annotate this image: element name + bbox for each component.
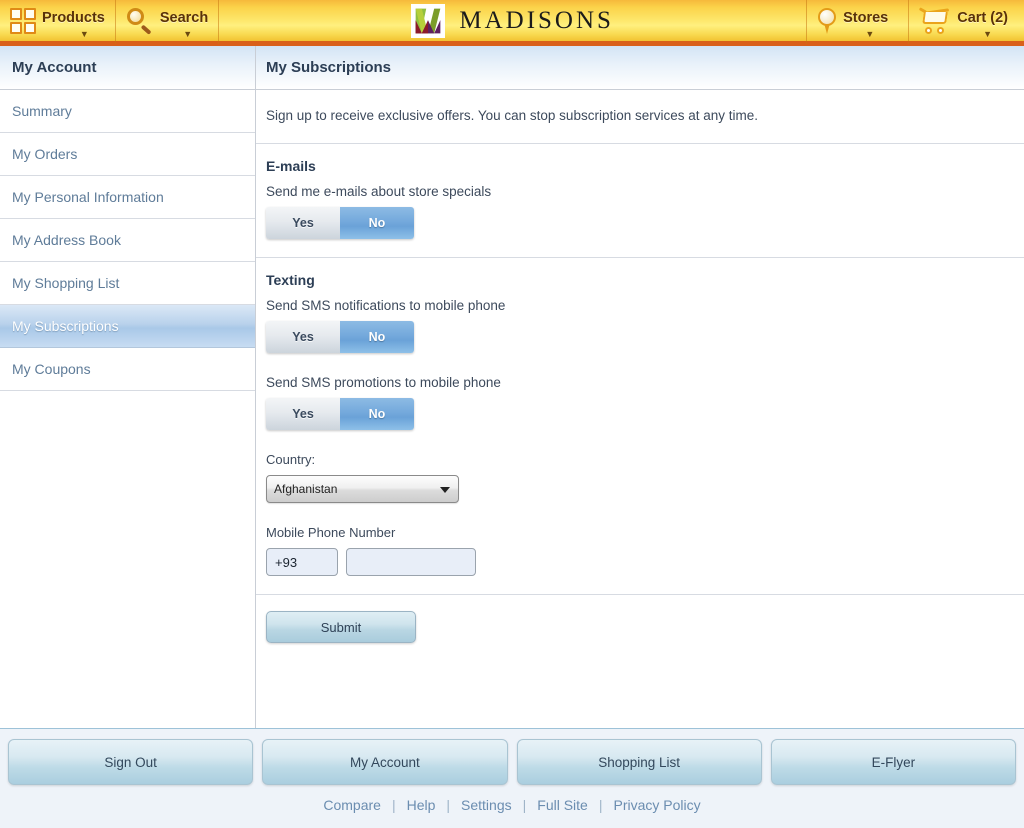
nav-stores-button[interactable]: Stores ▼ xyxy=(807,0,908,44)
sidebar-item-my-orders[interactable]: My Orders xyxy=(0,133,255,176)
country-select-wrapper[interactable]: Afghanistan xyxy=(266,475,459,503)
site-header: Products ▼ Search ▼ MADISONS Stores ▼ Ca… xyxy=(0,0,1024,46)
sidebar-item-label: My Subscriptions xyxy=(12,318,119,334)
chevron-down-icon: ▼ xyxy=(983,28,992,39)
submit-area: Submit xyxy=(256,595,1024,663)
sms-notifications-toggle[interactable]: Yes No xyxy=(266,321,414,353)
chevron-down-icon: ▼ xyxy=(183,28,193,39)
emails-section: E-mails Send me e-mails about store spec… xyxy=(256,144,1024,258)
emails-optin-toggle[interactable]: Yes No xyxy=(266,207,414,239)
sidebar-item-my-shopping-list[interactable]: My Shopping List xyxy=(0,262,255,305)
footer-link-separator: | xyxy=(598,797,603,813)
nav-products-label: Products xyxy=(42,9,105,26)
nav-cart-button[interactable]: Cart (2) ▼ xyxy=(909,0,1024,44)
mobile-phone-label: Mobile Phone Number xyxy=(266,525,396,540)
country-label: Country: xyxy=(266,452,316,467)
nav-search-button[interactable]: Search ▼ xyxy=(116,0,218,44)
chevron-down-icon: ▼ xyxy=(865,28,875,39)
sidebar-item-label: My Shopping List xyxy=(12,275,120,291)
nav-cart-label: Cart (2) xyxy=(957,9,1008,26)
toggle-yes-option[interactable]: Yes xyxy=(266,321,340,353)
map-pin-icon xyxy=(817,7,837,35)
intro-text: Sign up to receive exclusive offers. You… xyxy=(256,90,1024,144)
sidebar-item-my-coupons[interactable]: My Coupons xyxy=(0,348,255,391)
sidebar-item-label: My Coupons xyxy=(12,361,91,377)
site-footer: Sign Out My Account Shopping List E-Flye… xyxy=(0,728,1024,828)
footer-link-separator: | xyxy=(446,797,451,813)
nav-stores-label: Stores xyxy=(843,9,889,26)
sidebar-item-my-personal-information[interactable]: My Personal Information xyxy=(0,176,255,219)
sidebar-item-label: My Orders xyxy=(12,146,78,162)
footer-link-compare[interactable]: Compare xyxy=(323,797,381,813)
account-sidebar: My Account Summary My Orders My Personal… xyxy=(0,46,256,728)
nav-products-button[interactable]: Products ▼ xyxy=(0,0,115,44)
nav-search-label: Search xyxy=(159,9,209,26)
phone-input-row xyxy=(266,548,1014,576)
emails-heading: E-mails xyxy=(266,158,316,174)
toggle-no-option[interactable]: No xyxy=(340,398,414,430)
madisons-logo-icon xyxy=(411,3,446,38)
sms-notifications-label: Send SMS notifications to mobile phone xyxy=(266,298,506,313)
sidebar-item-label: My Address Book xyxy=(12,232,121,248)
footer-link-help[interactable]: Help xyxy=(407,797,436,813)
country-select[interactable]: Afghanistan xyxy=(266,475,459,503)
sign-out-button[interactable]: Sign Out xyxy=(8,739,254,785)
footer-links: Compare | Help | Settings | Full Site | … xyxy=(8,785,1016,825)
shopping-cart-icon xyxy=(919,6,951,34)
sidebar-item-my-address-book[interactable]: My Address Book xyxy=(0,219,255,262)
my-account-button[interactable]: My Account xyxy=(262,739,508,785)
footer-link-separator: | xyxy=(522,797,527,813)
grid-icon xyxy=(10,7,36,34)
footer-link-privacy-policy[interactable]: Privacy Policy xyxy=(613,797,700,813)
brand-logo-area[interactable]: MADISONS xyxy=(219,3,806,38)
main-content: My Subscriptions Sign up to receive excl… xyxy=(256,46,1024,728)
phone-number-input[interactable] xyxy=(346,548,476,576)
sidebar-item-label: Summary xyxy=(12,103,72,119)
submit-button[interactable]: Submit xyxy=(266,611,416,643)
chevron-down-icon: ▼ xyxy=(79,28,89,39)
toggle-yes-option[interactable]: Yes xyxy=(266,207,340,239)
page-title: My Subscriptions xyxy=(256,46,1024,90)
chevron-down-icon xyxy=(440,487,450,493)
texting-heading: Texting xyxy=(266,272,315,288)
sms-promotions-label: Send SMS promotions to mobile phone xyxy=(266,375,501,390)
country-code-input[interactable] xyxy=(266,548,338,576)
footer-link-settings[interactable]: Settings xyxy=(461,797,512,813)
toggle-yes-option[interactable]: Yes xyxy=(266,398,340,430)
sidebar-item-my-subscriptions[interactable]: My Subscriptions xyxy=(0,305,255,348)
sidebar-title: My Account xyxy=(0,46,255,90)
search-icon xyxy=(126,7,154,35)
emails-optin-label: Send me e-mails about store specials xyxy=(266,184,492,199)
page-body: My Account Summary My Orders My Personal… xyxy=(0,46,1024,728)
sms-promotions-toggle[interactable]: Yes No xyxy=(266,398,414,430)
brand-name: MADISONS xyxy=(459,6,614,34)
footer-button-row: Sign Out My Account Shopping List E-Flye… xyxy=(8,739,1016,785)
sidebar-item-summary[interactable]: Summary xyxy=(0,90,255,133)
shopping-list-button[interactable]: Shopping List xyxy=(516,739,762,785)
toggle-no-option[interactable]: No xyxy=(340,207,414,239)
toggle-no-option[interactable]: No xyxy=(340,321,414,353)
footer-link-full-site[interactable]: Full Site xyxy=(537,797,588,813)
texting-section: Texting Send SMS notifications to mobile… xyxy=(256,258,1024,595)
e-flyer-button[interactable]: E-Flyer xyxy=(770,739,1016,785)
sidebar-item-label: My Personal Information xyxy=(12,189,164,205)
footer-link-separator: | xyxy=(391,797,396,813)
